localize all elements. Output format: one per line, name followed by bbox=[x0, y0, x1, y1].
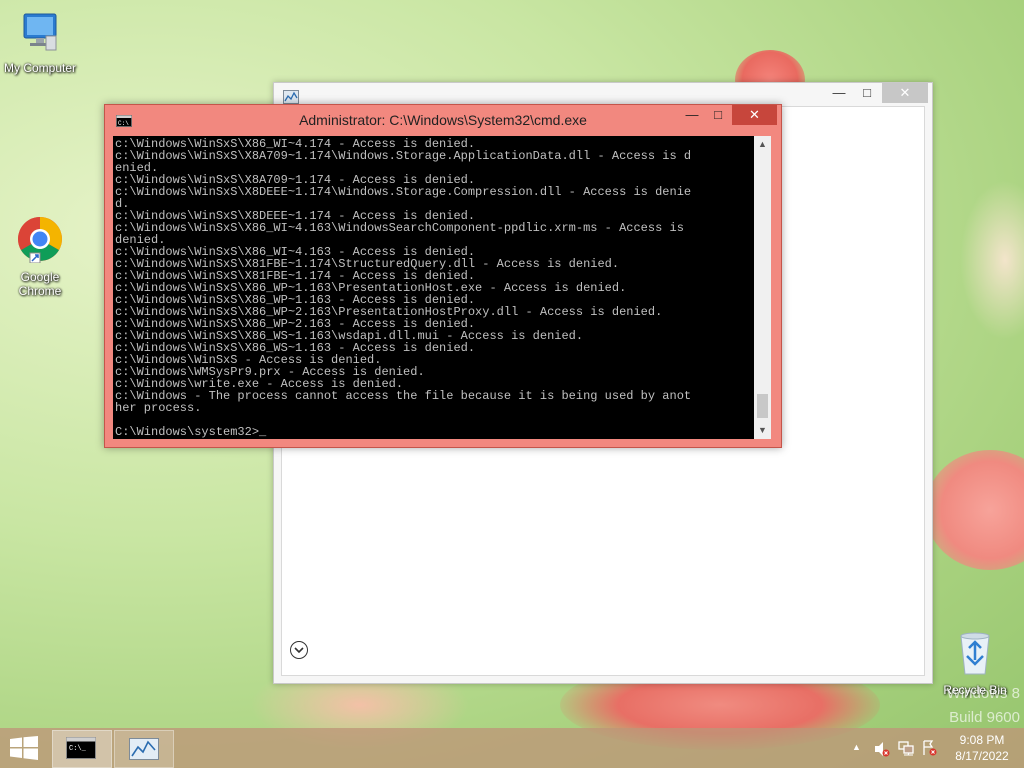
start-button[interactable] bbox=[10, 736, 38, 760]
minimize-button[interactable]: — bbox=[826, 83, 852, 103]
close-button[interactable]: ✕ bbox=[732, 105, 777, 125]
console-output[interactable]: c:\Windows\WinSxS\X86_WI~4.174 - Access … bbox=[113, 136, 754, 439]
computer-icon bbox=[23, 13, 57, 51]
maximize-button[interactable]: □ bbox=[854, 83, 880, 103]
taskbar-button-cmd[interactable]: C:\_ bbox=[52, 730, 112, 768]
svg-text:C:\_: C:\_ bbox=[69, 745, 87, 753]
watermark-line: Windows 8 bbox=[946, 685, 1020, 702]
console-text: c:\Windows\WinSxS\X86_WI~4.174 - Access … bbox=[115, 137, 692, 439]
minimize-button[interactable]: — bbox=[679, 105, 705, 125]
network-icon[interactable] bbox=[898, 740, 914, 756]
taskbar-clock[interactable]: 9:08 PM 8/17/2022 bbox=[950, 732, 1014, 764]
watermark-line: Build 9600 bbox=[949, 709, 1020, 726]
close-button[interactable]: ✕ bbox=[882, 83, 928, 103]
scroll-thumb[interactable] bbox=[757, 394, 768, 418]
clock-time: 9:08 PM bbox=[959, 733, 1005, 747]
title-bar[interactable]: C:\ Administrator: C:\Windows\System32\c… bbox=[105, 105, 781, 135]
chrome-icon bbox=[18, 217, 62, 264]
cmd-window[interactable]: C:\ Administrator: C:\Windows\System32\c… bbox=[104, 104, 782, 448]
recycle-bin-icon bbox=[960, 632, 990, 675]
wallpaper-highlight bbox=[960, 180, 1024, 340]
volume-muted-icon[interactable] bbox=[874, 741, 890, 757]
desktop-icon-label: Google Chrome bbox=[18, 270, 62, 298]
taskbar-button-resource-monitor[interactable] bbox=[114, 730, 174, 768]
scroll-down-arrow-icon[interactable]: ▼ bbox=[754, 422, 771, 439]
maximize-button[interactable]: □ bbox=[705, 105, 731, 125]
resource-monitor-icon bbox=[129, 738, 159, 760]
cmd-icon: C:\_ bbox=[66, 737, 96, 759]
clock-date: 8/17/2022 bbox=[955, 749, 1009, 763]
wallpaper-flower bbox=[925, 450, 1024, 570]
action-center-icon[interactable] bbox=[922, 740, 938, 756]
desktop-icon-label: My Computer bbox=[3, 61, 77, 75]
desktop-icon-my-computer[interactable]: My Computer bbox=[0, 10, 80, 75]
scroll-up-arrow-icon[interactable]: ▲ bbox=[754, 136, 771, 153]
expand-chevron-icon[interactable] bbox=[289, 640, 309, 660]
os-watermark: Windows 8 Build 9600 bbox=[908, 682, 1020, 730]
vertical-scrollbar[interactable]: ▲ ▼ bbox=[754, 136, 771, 439]
desktop-icon-google-chrome[interactable]: Google Chrome bbox=[0, 215, 80, 298]
taskbar: C:\_ ▲ 9:08 PM 8/17/2022 bbox=[0, 728, 1024, 768]
app-icon bbox=[283, 90, 299, 104]
